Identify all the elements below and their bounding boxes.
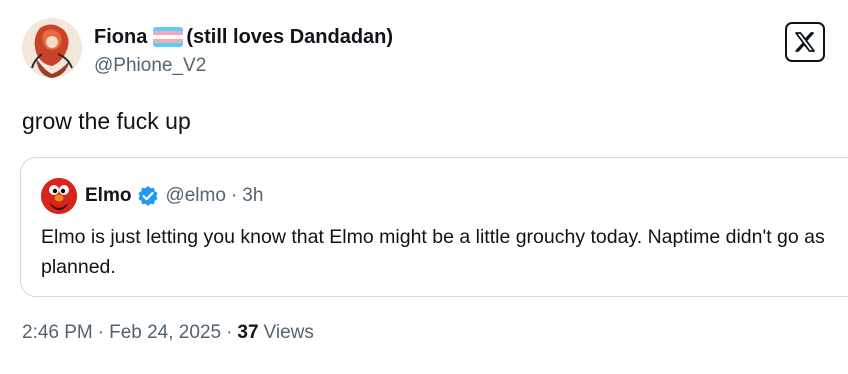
quoted-author-avatar[interactable] [41, 178, 77, 214]
author-display-name[interactable]: Fiona [94, 26, 147, 49]
quoted-author-name[interactable]: Elmo [85, 185, 131, 207]
flag-stripe [153, 43, 184, 47]
author-display-suffix[interactable]: (still loves Dandadan) [186, 26, 393, 49]
author-avatar[interactable] [22, 18, 82, 78]
verified-badge-icon [137, 185, 159, 207]
post-date[interactable]: Feb 24, 2025 [109, 322, 221, 344]
separator-dot: · [97, 322, 105, 343]
quoted-post-text: Elmo is just letting you know that Elmo … [41, 226, 825, 278]
views-count: 37 [237, 322, 259, 343]
x-logo-icon[interactable] [785, 22, 825, 62]
trans-flag-icon [153, 27, 184, 47]
post-time[interactable]: 2:46 PM [22, 322, 93, 344]
post-meta: 2:46 PM · Feb 24, 2025 · 37 Views [22, 322, 314, 344]
display-name-row[interactable]: Fiona (still loves Dandadan) [94, 24, 393, 50]
author-names: Fiona (still loves Dandadan) @Phione_V2 [94, 24, 393, 77]
quoted-post[interactable]: Elmo @elmo · 3h Elmo is just letting you… [20, 157, 848, 297]
separator-dot: · [230, 185, 238, 206]
quoted-post-header: Elmo @elmo · 3h [41, 178, 263, 214]
separator-dot: · [226, 322, 233, 343]
post-text: grow the fuck up [22, 108, 191, 134]
author-handle[interactable]: @Phione_V2 [94, 55, 393, 77]
quoted-timestamp[interactable]: 3h [242, 185, 263, 207]
quoted-author-handle[interactable]: @elmo [165, 185, 225, 207]
views-label: Views [263, 322, 314, 343]
post-header: Fiona (still loves Dandadan) @Phione_V2 [22, 18, 848, 82]
